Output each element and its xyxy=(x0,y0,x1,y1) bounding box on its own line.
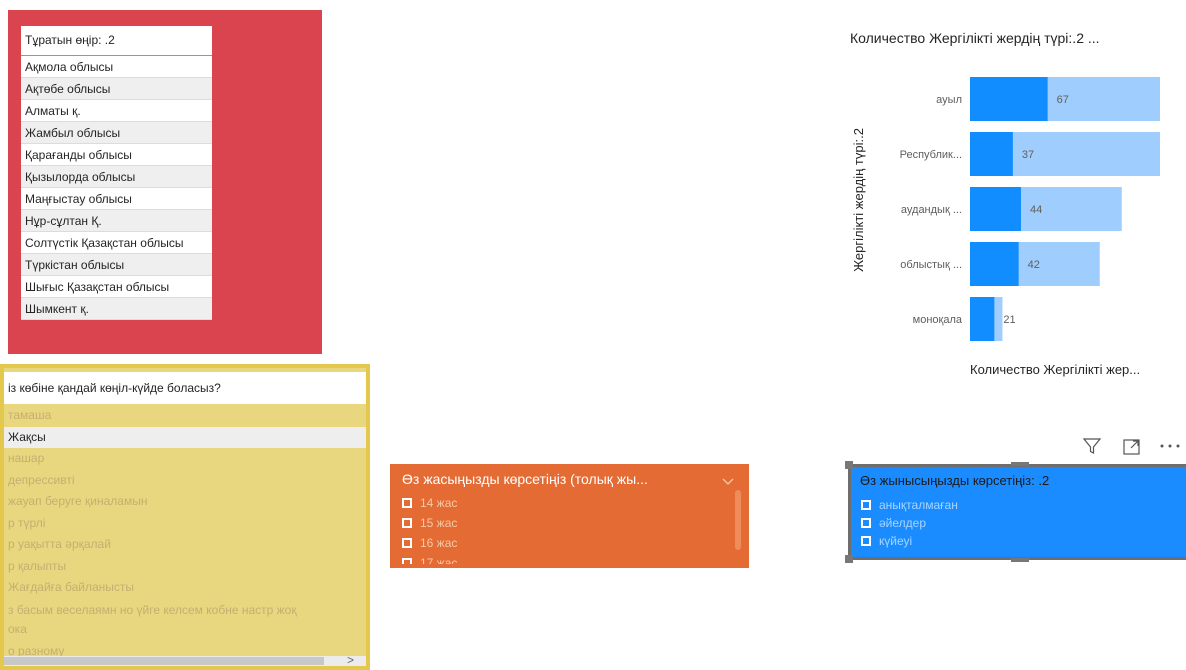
region-slicer: Тұратын өңір: .2 Ақмола облысы Ақтөбе обл… xyxy=(8,10,322,354)
checkbox-icon[interactable] xyxy=(402,537,412,548)
region-item[interactable]: Нұр-сұлтан Қ. xyxy=(21,210,212,232)
filter-icon[interactable] xyxy=(1082,436,1102,456)
checkbox-icon[interactable] xyxy=(402,517,412,528)
mood-item[interactable]: депрессивті xyxy=(4,470,366,492)
region-item[interactable]: Ақмола облысы xyxy=(21,56,212,78)
age-option[interactable]: 16 жас xyxy=(402,534,457,554)
gender-option-label: күйеуі xyxy=(879,534,913,548)
region-item[interactable]: Жамбыл облысы xyxy=(21,122,212,144)
more-options-icon[interactable] xyxy=(1158,439,1182,453)
category-label: Республик... xyxy=(900,149,962,161)
age-option-label: 17 жас xyxy=(420,556,458,564)
mood-slicer-header: із көбіне қандай көңіл-күйде боласыз? xyxy=(4,372,366,404)
region-item[interactable]: Ақтөбе облысы xyxy=(21,78,212,100)
checkbox-icon[interactable] xyxy=(402,497,412,508)
mood-item[interactable]: р уақытта әрқалай xyxy=(4,534,366,556)
chevron-down-icon[interactable] xyxy=(720,473,736,489)
age-option-label: 15 жас xyxy=(420,516,458,530)
data-label: 67 xyxy=(1057,94,1069,106)
gender-option[interactable]: анықталмаған xyxy=(861,497,958,515)
region-list: Тұратын өңір: .2 Ақмола облысы Ақтөбе обл… xyxy=(21,26,212,320)
mood-item[interactable]: тамаша xyxy=(4,405,366,427)
age-option-label: 14 жас xyxy=(420,496,458,510)
checkbox-icon[interactable] xyxy=(861,535,871,546)
checkbox-icon[interactable] xyxy=(861,499,871,510)
category-label: ауыл xyxy=(936,94,962,106)
resize-handle[interactable] xyxy=(1011,558,1029,562)
region-item[interactable]: Қарағанды облысы xyxy=(21,144,212,166)
mood-item[interactable]: з басым веселаямн но үйге келсем кобне н… xyxy=(4,599,366,641)
age-slicer-header: Өз жасыңызды көрсетіңіз (толық жы... xyxy=(402,471,648,487)
resize-handle[interactable] xyxy=(1011,462,1029,466)
checkbox-icon[interactable] xyxy=(861,517,871,528)
age-scrollbar[interactable] xyxy=(735,490,741,550)
bar[interactable] xyxy=(970,242,1019,286)
mood-item[interactable]: жауап беруге қиналамын xyxy=(4,491,366,513)
bar[interactable] xyxy=(970,187,1021,231)
checkbox-icon[interactable] xyxy=(402,557,412,564)
bar[interactable] xyxy=(970,132,1013,176)
region-item[interactable]: Маңғыстау облысы xyxy=(21,188,212,210)
mood-item[interactable]: нашар xyxy=(4,448,366,470)
region-item[interactable]: Қызылорда облысы xyxy=(21,166,212,188)
region-item[interactable]: Шығыс Қазақстан облысы xyxy=(21,276,212,298)
gender-slicer-header: Өз жыныcыңызды көрсетіңіз: .2 xyxy=(860,473,1050,488)
mood-item[interactable]: р түрлі xyxy=(4,513,366,535)
gender-option-label: әйелдер xyxy=(879,516,927,530)
age-option[interactable]: 17 жас xyxy=(402,554,457,564)
data-label: 42 xyxy=(1028,259,1040,271)
bar[interactable] xyxy=(970,77,1048,121)
resize-handle[interactable] xyxy=(845,555,853,563)
gender-option[interactable]: күйеуі xyxy=(861,533,912,551)
region-slicer-header: Тұратын өңір: .2 xyxy=(21,26,212,56)
resize-handle[interactable] xyxy=(845,461,853,469)
mood-horizontal-scrollbar[interactable]: > xyxy=(4,653,366,666)
bar[interactable] xyxy=(970,297,995,341)
age-option[interactable]: 14 жас xyxy=(402,494,457,514)
region-item[interactable]: Алматы қ. xyxy=(21,100,212,122)
region-item[interactable]: Түркістан облысы xyxy=(21,254,212,276)
data-label: 37 xyxy=(1022,149,1034,161)
scrollbar-thumb[interactable] xyxy=(4,657,324,665)
age-slicer: Өз жасыңызды көрсетіңіз (толық жы... 14 … xyxy=(390,464,749,568)
category-label: моноқала xyxy=(913,314,963,326)
gender-slicer: Өз жыныcыңызды көрсетіңіз: .2 анықталмағ… xyxy=(845,461,1186,563)
category-label: облыстық ... xyxy=(900,259,962,271)
category-label: аудандық ... xyxy=(901,204,962,216)
chart-title: Количество Жергілікті жердің түрі:.2 ... xyxy=(850,30,1100,46)
visual-toolbar xyxy=(1078,432,1186,462)
bar-chart: Количество Жергілікті жердің түрі:.2 ...… xyxy=(850,30,1160,377)
region-item[interactable]: Солтүстік Қазақстан облысы xyxy=(21,232,212,254)
gender-option[interactable]: әйелдер xyxy=(861,515,926,533)
scroll-right-arrow[interactable]: > xyxy=(347,653,354,666)
mood-list: тамаша Жақсы нашар депрессивті жауап беруге … xyxy=(4,405,366,662)
region-item[interactable]: Шымкент қ. xyxy=(21,298,212,320)
mood-item[interactable]: р қалыпты xyxy=(4,556,366,578)
data-label: 44 xyxy=(1030,204,1042,216)
chart-y-axis-label: Жергілікті жердің түрі:.2 xyxy=(851,128,866,272)
chart-x-axis-label: Количество Жергілікті жер... xyxy=(970,362,1140,377)
gender-option-label: анықталмаған xyxy=(879,498,958,512)
age-option[interactable]: 15 жас xyxy=(402,514,457,534)
age-option-label: 16 жас xyxy=(420,536,458,550)
focus-mode-icon[interactable] xyxy=(1122,437,1142,457)
mood-item[interactable]: Жағдайға байланысты xyxy=(4,577,366,599)
mood-slicer: із көбіне қандай көңіл-күйде боласыз? та… xyxy=(0,364,370,670)
mood-item[interactable]: Жақсы xyxy=(4,426,366,448)
data-label: 21 xyxy=(1003,314,1015,326)
